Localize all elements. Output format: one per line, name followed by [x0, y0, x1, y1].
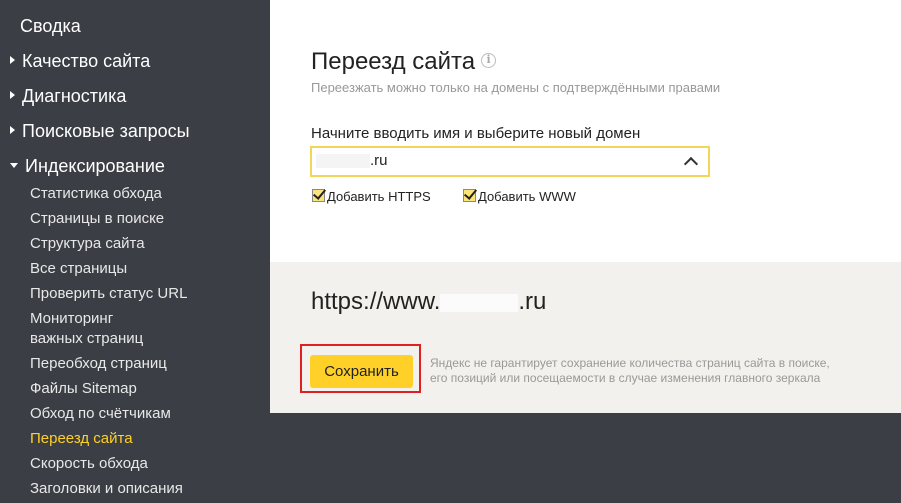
warning-note: Яндекс не гарантирует сохранение количес…	[430, 356, 890, 386]
sidebar-section-label: Поисковые запросы	[22, 121, 190, 141]
expand-arrow-icon	[10, 126, 15, 135]
warning-note-line: его позиций или посещаемости в случае из…	[430, 371, 821, 385]
add-https-checkbox[interactable]: Добавить HTTPS	[312, 189, 431, 204]
page-title: Переезд сайта i	[311, 48, 497, 76]
domain-value: .ru	[316, 152, 388, 169]
sidebar-item-site-move[interactable]: Переезд сайта	[30, 429, 133, 448]
chevron-up-icon[interactable]	[683, 156, 699, 172]
redacted-domain	[316, 154, 370, 169]
sidebar-item-titles-descriptions[interactable]: Заголовки и описания	[30, 479, 183, 498]
sidebar-item-check-url-status[interactable]: Проверить статус URL	[30, 284, 187, 303]
page-subtitle: Переезжать можно только на домены с подт…	[311, 80, 721, 95]
sidebar-item-monitoring-line2[interactable]: важных страниц	[30, 329, 143, 348]
resulting-url: https://www. .ru	[311, 288, 546, 316]
sidebar-item-pages-in-search[interactable]: Страницы в поиске	[30, 209, 164, 228]
sidebar-item-monitoring[interactable]: Мониторинг	[30, 309, 113, 328]
save-button[interactable]: Сохранить	[310, 355, 413, 388]
checkbox-checked-icon[interactable]	[463, 189, 476, 203]
warning-note-line: Яндекс не гарантирует сохранение количес…	[430, 356, 830, 370]
sidebar-section-label: Качество сайта	[22, 51, 151, 71]
sidebar-section-indexing[interactable]: Индексирование	[10, 156, 165, 177]
redacted-domain	[440, 293, 519, 312]
expand-arrow-icon	[10, 56, 15, 65]
sidebar-item-site-structure[interactable]: Структура сайта	[30, 234, 145, 253]
domain-field-label: Начните вводить имя и выберите новый дом…	[311, 125, 641, 142]
sidebar-item-crawl-stats[interactable]: Статистика обхода	[30, 184, 162, 203]
sidebar-item-sitemap[interactable]: Файлы Sitemap	[30, 379, 137, 398]
result-suffix: .ru	[518, 288, 547, 315]
collapse-arrow-icon	[10, 162, 18, 168]
sidebar-item-crawl-speed[interactable]: Скорость обхода	[30, 454, 148, 473]
page-title-text: Переезд сайта	[311, 48, 476, 75]
sidebar-section-label: Индексирование	[25, 156, 165, 176]
result-prefix: https://www.	[311, 288, 441, 315]
site-move-panel: Переезд сайта i Переезжать можно только н…	[270, 0, 901, 413]
sidebar: Сводка Качество сайта Диагностика Поиско…	[0, 0, 270, 503]
sidebar-item-recrawl[interactable]: Переобход страниц	[30, 354, 167, 373]
domain-suffix: .ru	[370, 152, 388, 169]
domain-select-input[interactable]: .ru	[310, 146, 710, 177]
add-https-label: Добавить HTTPS	[327, 189, 431, 204]
info-icon[interactable]: i	[481, 53, 497, 69]
sidebar-section-diagnostics[interactable]: Диагностика	[10, 86, 126, 107]
checkbox-checked-icon[interactable]	[312, 189, 325, 203]
sidebar-item-summary[interactable]: Сводка	[20, 16, 81, 37]
sidebar-section-label: Диагностика	[22, 86, 127, 106]
add-www-checkbox[interactable]: Добавить WWW	[463, 189, 576, 204]
sidebar-item-all-pages[interactable]: Все страницы	[30, 259, 127, 278]
add-www-label: Добавить WWW	[478, 189, 576, 204]
sidebar-section-search-queries[interactable]: Поисковые запросы	[10, 121, 190, 142]
sidebar-section-site-quality[interactable]: Качество сайта	[10, 51, 150, 72]
sidebar-item-counter-crawl[interactable]: Обход по счётчикам	[30, 404, 171, 423]
expand-arrow-icon	[10, 91, 15, 100]
